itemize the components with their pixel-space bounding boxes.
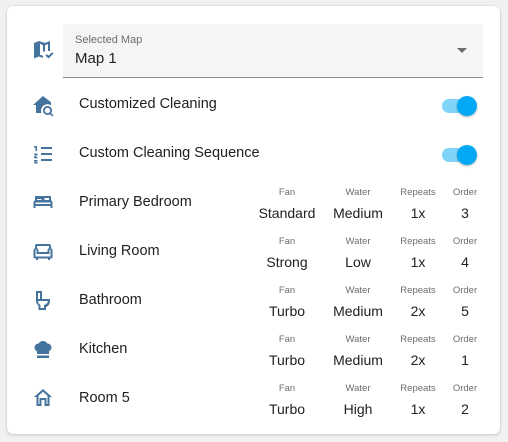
room-name: Living Room — [79, 243, 160, 259]
order-attribute: Order 2 — [448, 383, 482, 418]
dropdown-arrow-icon[interactable] — [457, 48, 467, 53]
repeats-label: Repeats — [400, 383, 436, 394]
water-value: Medium — [333, 352, 383, 368]
fan-attribute: Fan Standard — [255, 187, 319, 222]
fan-label: Fan — [278, 383, 296, 394]
water-attribute: Water Medium — [328, 334, 388, 369]
bed-icon — [29, 188, 57, 216]
repeats-attribute: Repeats 1x — [396, 383, 440, 418]
repeats-attribute: Repeats 2x — [396, 334, 440, 369]
map-select-value: Map 1 — [75, 50, 117, 67]
order-value: 4 — [461, 254, 469, 270]
custom-cleaning-sequence-label: Custom Cleaning Sequence — [79, 145, 260, 161]
repeats-value: 1x — [410, 205, 426, 221]
water-value: High — [343, 401, 373, 417]
repeats-label: Repeats — [400, 334, 436, 345]
order-label: Order — [452, 187, 478, 198]
repeats-label: Repeats — [400, 187, 436, 198]
water-label: Water — [345, 187, 371, 198]
chef-hat-icon — [29, 335, 57, 363]
fan-attribute: Fan Turbo — [255, 285, 319, 320]
switch-thumb — [457, 96, 477, 116]
water-value: Medium — [333, 303, 383, 319]
home-search-icon — [29, 91, 57, 119]
order-label: Order — [452, 334, 478, 345]
order-value: 2 — [461, 401, 469, 417]
water-label: Water — [345, 334, 371, 345]
fan-label: Fan — [278, 334, 296, 345]
repeats-value: 1x — [410, 401, 426, 417]
water-label: Water — [345, 236, 371, 247]
water-attribute: Water Medium — [328, 285, 388, 320]
room-name: Room 5 — [79, 390, 130, 406]
fan-attribute: Fan Strong — [255, 236, 319, 271]
repeats-value: 2x — [410, 303, 426, 319]
order-label: Order — [452, 383, 478, 394]
water-attribute: Water Medium — [328, 187, 388, 222]
repeats-label: Repeats — [400, 285, 436, 296]
sofa-icon — [29, 237, 57, 265]
fan-attribute: Fan Turbo — [255, 383, 319, 418]
water-value: Medium — [333, 205, 383, 221]
fan-value: Standard — [258, 205, 316, 221]
water-label: Water — [345, 285, 371, 296]
repeats-value: 2x — [410, 352, 426, 368]
customized-cleaning-label: Customized Cleaning — [79, 96, 217, 112]
home-outline-icon — [29, 384, 57, 412]
water-label: Water — [345, 383, 371, 394]
order-attribute: Order 3 — [448, 187, 482, 222]
toilet-icon — [29, 286, 57, 314]
order-label: Order — [452, 285, 478, 296]
custom-cleaning-sequence-switch[interactable] — [442, 145, 478, 165]
water-attribute: Water High — [328, 383, 388, 418]
order-value: 3 — [461, 205, 469, 221]
order-label: Order — [452, 236, 478, 247]
format-list-numbered-icon — [29, 140, 57, 168]
repeats-label: Repeats — [400, 236, 436, 247]
room-name: Primary Bedroom — [79, 194, 192, 210]
order-attribute: Order 5 — [448, 285, 482, 320]
customized-cleaning-switch[interactable] — [442, 96, 478, 116]
fan-label: Fan — [278, 285, 296, 296]
switch-thumb — [457, 145, 477, 165]
order-attribute: Order 4 — [448, 236, 482, 271]
fan-value: Strong — [266, 254, 308, 270]
fan-label: Fan — [278, 236, 296, 247]
room-name: Kitchen — [79, 341, 128, 357]
repeats-attribute: Repeats 2x — [396, 285, 440, 320]
robot-vacuum-card: Selected Map Map 1 Customized Cleaning C… — [7, 6, 500, 434]
fan-attribute: Fan Turbo — [255, 334, 319, 369]
map-select[interactable]: Selected Map Map 1 — [63, 24, 483, 78]
room-name: Bathroom — [79, 292, 142, 308]
map-select-label: Selected Map — [75, 34, 143, 46]
order-value: 5 — [461, 303, 469, 319]
water-attribute: Water Low — [328, 236, 388, 271]
map-check-icon — [29, 36, 57, 64]
order-attribute: Order 1 — [448, 334, 482, 369]
fan-value: Turbo — [268, 352, 306, 368]
repeats-attribute: Repeats 1x — [396, 236, 440, 271]
order-value: 1 — [461, 352, 469, 368]
water-value: Low — [345, 254, 371, 270]
repeats-value: 1x — [410, 254, 426, 270]
fan-value: Turbo — [268, 303, 306, 319]
fan-label: Fan — [278, 187, 296, 198]
repeats-attribute: Repeats 1x — [396, 187, 440, 222]
fan-value: Turbo — [268, 401, 306, 417]
